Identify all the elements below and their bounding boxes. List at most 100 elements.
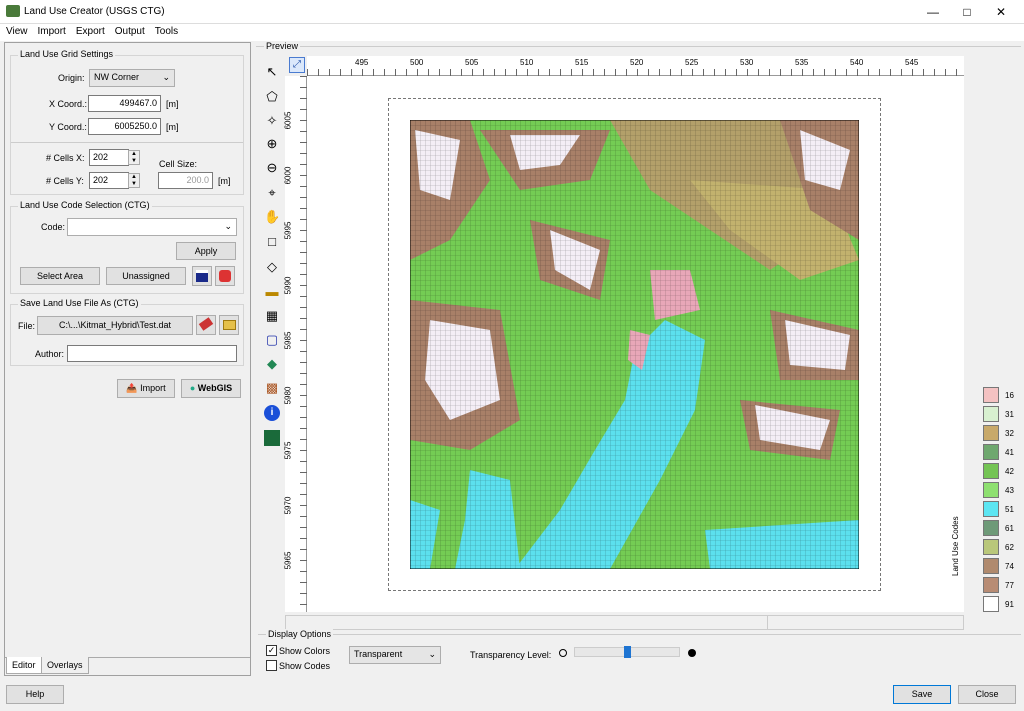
transparency-slider-thumb[interactable]: [624, 646, 631, 658]
author-label: Author:: [35, 349, 65, 359]
landuse-grid-icon[interactable]: [264, 430, 280, 446]
cells-x-stepper[interactable]: ▲ ▼: [128, 150, 140, 165]
scroll-divider: [767, 616, 768, 629]
y-tick: 5985: [283, 331, 293, 350]
legend-code: 16: [1005, 391, 1014, 400]
menu-export[interactable]: Export: [70, 24, 109, 37]
grid-tool-icon[interactable]: ▦: [264, 308, 280, 324]
import-button[interactable]: 📤 Import: [117, 379, 175, 398]
title-bar: Land Use Creator (USGS CTG) — □ ✕: [0, 0, 1024, 24]
code-label: Code:: [41, 222, 66, 232]
code-select[interactable]: ⌄: [67, 218, 237, 236]
menu-tools[interactable]: Tools: [149, 24, 182, 37]
transparency-slider[interactable]: [574, 646, 680, 658]
info-icon[interactable]: i: [264, 405, 280, 421]
select-pointer-icon[interactable]: ↖: [264, 64, 280, 80]
close-icon[interactable]: ✕: [978, 0, 1024, 24]
legend-code: 61: [1005, 524, 1014, 533]
grid-settings-title: Land Use Grid Settings: [18, 49, 116, 59]
paint-icon: [219, 270, 231, 282]
y-coord-input[interactable]: 6005250.0: [88, 118, 161, 135]
x-tick: 540: [850, 58, 864, 67]
webgis-label: WebGIS: [197, 383, 233, 393]
pan-hand-icon[interactable]: ✋: [264, 209, 280, 225]
unassigned-button[interactable]: Unassigned: [106, 267, 186, 285]
origin-label: Origin:: [58, 73, 85, 83]
menu-view[interactable]: View: [0, 24, 32, 37]
zoom-fit-icon[interactable]: ◇: [264, 259, 280, 275]
chevron-down-icon: ⌄: [224, 221, 232, 231]
display-mode-select[interactable]: Transparent ⌄: [349, 646, 441, 664]
freehand-select-icon[interactable]: ✧: [264, 113, 280, 129]
show-codes-checkbox[interactable]: [266, 660, 277, 671]
import-label: Import: [140, 383, 166, 393]
polygon-select-icon[interactable]: ⬠: [264, 89, 280, 105]
file-path-field[interactable]: C:\...\Kitmat_Hybrid\Test.dat: [37, 316, 193, 335]
y-tick: 5980: [283, 386, 293, 405]
legend-code: 51: [1005, 505, 1014, 514]
show-colors-label: Show Colors: [279, 646, 331, 656]
clear-file-button[interactable]: [196, 315, 216, 335]
select-area-button[interactable]: Select Area: [20, 267, 100, 285]
display-mode-value: Transparent: [354, 649, 403, 659]
legend-swatch: [983, 501, 999, 517]
menu-output[interactable]: Output: [109, 24, 149, 37]
cell-size-label: Cell Size:: [159, 159, 198, 169]
webgis-button[interactable]: ● WebGIS: [181, 379, 241, 398]
rectangle-icon[interactable]: ▢: [264, 332, 280, 348]
legend-code: 42: [1005, 467, 1014, 476]
legend-code: 62: [1005, 543, 1014, 552]
paint-cell-button[interactable]: [215, 266, 235, 286]
y-tick: 6005: [283, 111, 293, 130]
cells-x-input[interactable]: 202: [89, 149, 129, 166]
cells-x-label: # Cells X:: [46, 153, 85, 163]
y-coord-unit: [m]: [166, 122, 179, 132]
y-ruler-ticks: [300, 76, 307, 612]
tab-editor[interactable]: Editor: [6, 657, 42, 674]
x-tick: 500: [410, 58, 424, 67]
apply-button[interactable]: Apply: [176, 242, 236, 260]
code-selection-title: Land Use Code Selection (CTG): [18, 200, 152, 210]
zoom-extent-icon[interactable]: □: [264, 234, 280, 250]
center-icon[interactable]: ⌖: [264, 185, 280, 201]
x-tick: 515: [575, 58, 589, 67]
divider: [11, 142, 243, 143]
x-tick: 530: [740, 58, 754, 67]
horizontal-scrollbar[interactable]: [285, 615, 964, 630]
zoom-in-icon[interactable]: ⊕: [264, 136, 280, 152]
palette-icon[interactable]: ▩: [264, 380, 280, 396]
save-button[interactable]: Save: [893, 685, 951, 704]
tab-overlays[interactable]: Overlays: [41, 657, 89, 674]
zoom-out-icon[interactable]: ⊖: [264, 160, 280, 176]
cell-size-input: 200.0: [158, 172, 213, 189]
x-coord-input[interactable]: 499467.0: [88, 95, 161, 112]
layers-icon[interactable]: ◆: [264, 356, 280, 372]
reset-view-icon[interactable]: ⤢: [289, 57, 305, 73]
y-tick: 5965: [283, 551, 293, 570]
close-button[interactable]: Close: [958, 685, 1016, 704]
origin-select[interactable]: NW Corner ⌄: [89, 69, 175, 87]
author-input[interactable]: [67, 345, 237, 362]
grid-color-button[interactable]: [192, 266, 212, 286]
map-canvas[interactable]: [307, 76, 964, 612]
origin-value: NW Corner: [94, 72, 140, 82]
menu-import[interactable]: Import: [32, 24, 70, 37]
cells-y-stepper[interactable]: ▲ ▼: [128, 173, 140, 188]
show-colors-checkbox[interactable]: ✓: [266, 645, 277, 656]
legend-code: 31: [1005, 410, 1014, 419]
chevron-down-icon: ⌄: [162, 72, 170, 82]
ruler-icon[interactable]: ▬: [264, 284, 280, 300]
x-ruler: 495 500 505 510 515 520 525 530 535 540 …: [307, 56, 964, 76]
open-folder-button[interactable]: [219, 315, 239, 335]
preview-title: Preview: [264, 41, 301, 51]
cells-y-input[interactable]: 202: [89, 172, 129, 189]
help-button[interactable]: Help: [6, 685, 64, 704]
legend-swatch: [983, 444, 999, 460]
legend-swatch: [983, 463, 999, 479]
transparency-label: Transparency Level:: [470, 650, 552, 660]
transparency-max-icon: [688, 649, 696, 657]
legend-code: 77: [1005, 581, 1014, 590]
legend-code: 32: [1005, 429, 1014, 438]
code-selection-group: Land Use Code Selection (CTG) Code: ⌄ Ap…: [10, 200, 244, 294]
x-tick: 510: [520, 58, 534, 67]
